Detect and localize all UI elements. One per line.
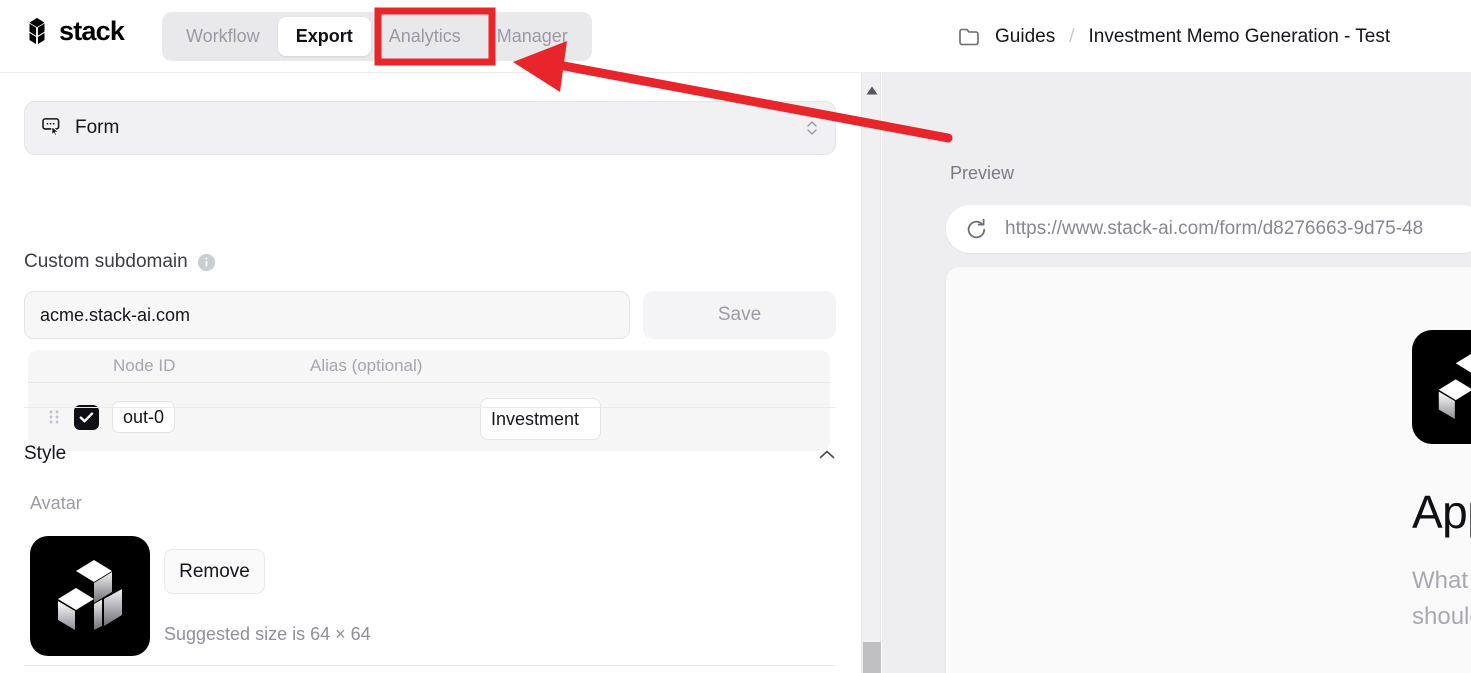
app-root: stack Workflow Export Analytics Manager … <box>0 0 1471 673</box>
form-cursor-icon <box>41 115 75 142</box>
brand: stack <box>22 16 125 46</box>
chevron-up-icon[interactable] <box>818 448 836 460</box>
top-tab-bar: Workflow Export Analytics Manager <box>162 12 592 61</box>
section-divider-top <box>24 407 836 408</box>
custom-subdomain-label-row: Custom subdomain <box>24 251 216 273</box>
app-header: stack Workflow Export Analytics Manager … <box>0 0 1471 73</box>
preview-subtitle-line-2: should the <box>1412 603 1471 630</box>
preview-app-subtitle: What does should the <box>1412 563 1471 635</box>
preview-app-title: Applic <box>1412 486 1471 538</box>
custom-subdomain-label: Custom subdomain <box>24 251 188 272</box>
tab-export[interactable]: Export <box>277 17 371 56</box>
refresh-icon[interactable] <box>964 217 989 242</box>
save-subdomain-button[interactable]: Save <box>643 291 836 339</box>
stack-cubes-logo-icon <box>22 16 52 46</box>
scrollbar-thumb[interactable] <box>863 642 881 673</box>
interface-type-value: Form <box>75 117 120 138</box>
node-export-table: Node ID Alias (optional) out-0 Investmen… <box>28 350 830 451</box>
row-checkbox[interactable] <box>74 404 99 430</box>
section-divider-bottom <box>24 665 836 666</box>
tab-manager[interactable]: Manager <box>479 17 586 56</box>
table-header-row: Node ID Alias (optional) <box>28 350 830 383</box>
breadcrumb-item-guides[interactable]: Guides <box>995 26 1055 48</box>
triangle-up-icon[interactable] <box>866 82 878 95</box>
preview-subtitle-line-1: What does <box>1412 567 1471 594</box>
info-icon[interactable] <box>197 253 216 272</box>
export-settings-panel: Form Custom subdomain Save <box>0 73 861 673</box>
alias-input[interactable] <box>480 398 601 440</box>
panel-scrollbar[interactable] <box>861 73 881 673</box>
preview-card: Applic What does should the <box>946 267 1471 673</box>
row-fields: out-0 <box>112 383 830 451</box>
column-header-node-id: Node ID <box>113 356 176 375</box>
interface-type-select[interactable]: Form <box>24 101 836 155</box>
avatar[interactable] <box>30 536 150 656</box>
breadcrumb-separator: / <box>1069 26 1075 47</box>
node-id-value: out-0 <box>112 401 176 433</box>
brand-name: stack <box>59 16 125 46</box>
custom-subdomain-input[interactable] <box>24 291 630 339</box>
style-section-title: Style <box>24 443 67 464</box>
table-row: out-0 <box>28 383 830 451</box>
breadcrumb: Guides / Investment Memo Generation - Te… <box>958 21 1390 53</box>
stack-cubes-logo-icon <box>1435 349 1471 426</box>
preview-panel: Preview https://www.stack-ai.com/form/d8… <box>882 73 1471 673</box>
preview-url-text: https://www.stack-ai.com/form/d8276663-9… <box>1005 218 1424 239</box>
stack-cubes-logo-icon <box>54 556 126 637</box>
preview-url-bar[interactable]: https://www.stack-ai.com/form/d8276663-9… <box>946 205 1471 253</box>
tab-analytics[interactable]: Analytics <box>371 17 479 56</box>
breadcrumb-item-project[interactable]: Investment Memo Generation - Test <box>1088 26 1390 48</box>
preview-label: Preview <box>950 163 1015 183</box>
remove-avatar-button[interactable]: Remove <box>164 549 265 594</box>
style-section-header[interactable]: Style <box>24 443 836 465</box>
tab-workflow[interactable]: Workflow <box>168 17 278 56</box>
folder-icon <box>958 26 982 48</box>
avatar-size-hint: Suggested size is 64 × 64 <box>164 624 371 644</box>
chevron-up-down-icon <box>805 117 819 139</box>
column-header-alias: Alias (optional) <box>310 356 423 375</box>
avatar-label: Avatar <box>30 493 82 513</box>
drag-handle-icon[interactable] <box>48 407 60 427</box>
preview-app-logo <box>1412 330 1471 444</box>
